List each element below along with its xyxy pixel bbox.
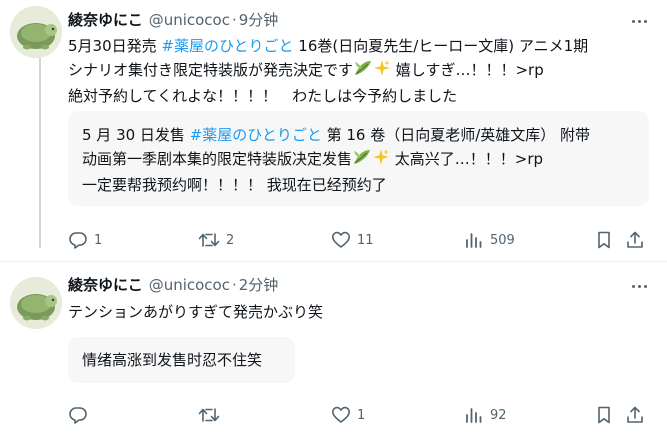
- reply-button[interactable]: 1: [68, 228, 102, 252]
- tweet-text-line: シナリオ集付き限定特装版が発売決定です 嬉しすぎ…！！！>rp: [68, 58, 655, 84]
- more-icon[interactable]: [627, 11, 651, 31]
- views-icon: [466, 408, 482, 423]
- view-count: 509: [490, 232, 515, 248]
- timestamp[interactable]: 2分钟: [239, 274, 279, 295]
- author-name[interactable]: 綾奈ゆにこ: [68, 9, 143, 30]
- tweet-text: テンションあがりすぎて発売かぶり笑: [68, 300, 655, 324]
- tweet-header: 綾奈ゆにこ @unicococ · 9分钟: [68, 9, 278, 30]
- views-button[interactable]: 92: [464, 403, 507, 427]
- sparkles-emoji-icon: [373, 59, 391, 84]
- sparkles-emoji-icon: [372, 148, 390, 173]
- retweet-icon: [198, 408, 220, 422]
- tweet-text-line: テンションあがりすぎて発売かぶり笑: [68, 303, 324, 321]
- avatar[interactable]: [10, 277, 62, 329]
- share-button[interactable]: [625, 228, 645, 252]
- like-button[interactable]: 11: [331, 228, 374, 252]
- timestamp[interactable]: 9分钟: [239, 9, 279, 30]
- tweet-text-line: 5月30日発売 #薬屋のひとりごと 16巻(日向夏先生/ヒーロー文庫) アニメ1…: [68, 37, 589, 55]
- translation-box: 5 月 30 日发售 #薬屋のひとりごと 第 16 卷（日向夏老师/英雄文库） …: [68, 111, 649, 206]
- like-button[interactable]: 1: [331, 403, 365, 427]
- reply-button[interactable]: [68, 403, 94, 427]
- like-count: 1: [357, 407, 366, 423]
- tweet[interactable]: 綾奈ゆにこ @unicococ · 9分钟 5月30日発売 #薬屋のひとりごと …: [0, 0, 667, 262]
- more-icon[interactable]: [627, 276, 651, 296]
- view-count: 92: [490, 407, 507, 423]
- author-handle[interactable]: @unicococ: [149, 276, 230, 294]
- bookmark-icon: [598, 406, 610, 424]
- retweet-count: 2: [226, 232, 235, 248]
- reply-icon: [69, 232, 87, 249]
- share-icon: [627, 231, 643, 248]
- views-button[interactable]: 509: [464, 228, 515, 252]
- translation-line: 一定要帮我预约啊！！！！ 我现在已经预约了: [82, 176, 387, 194]
- share-icon: [627, 406, 643, 423]
- share-button[interactable]: [625, 403, 645, 427]
- reply-count: 1: [94, 232, 103, 248]
- leaf-emoji-icon: [353, 59, 373, 84]
- hashtag-link[interactable]: #薬屋のひとりごと: [190, 126, 322, 144]
- tweet-header: 綾奈ゆにこ @unicococ · 2分钟: [68, 274, 278, 295]
- avatar[interactable]: [10, 6, 62, 58]
- like-count: 11: [357, 232, 374, 248]
- bookmark-icon: [598, 231, 610, 249]
- retweet-button[interactable]: 2: [198, 228, 234, 252]
- hashtag-link[interactable]: #薬屋のひとりごと: [161, 37, 293, 55]
- thread-line: [39, 58, 41, 248]
- author-handle[interactable]: @unicococ: [149, 11, 230, 29]
- reply-icon: [69, 407, 87, 424]
- tweet-text: 5月30日発売 #薬屋のひとりごと 16巻(日向夏先生/ヒーロー文庫) アニメ1…: [68, 34, 655, 108]
- views-icon: [466, 233, 482, 248]
- author-name[interactable]: 綾奈ゆにこ: [68, 274, 143, 295]
- tweet[interactable]: 綾奈ゆにこ @unicococ · 2分钟 テンションあがりすぎて発売かぶり笑 …: [0, 262, 667, 445]
- translation-line: 动画第一季剧本集的限定特装版决定发售 太高兴了…！！！>rp: [82, 147, 635, 173]
- retweet-icon: [198, 233, 220, 247]
- bookmark-button[interactable]: [594, 228, 614, 252]
- retweet-button[interactable]: [198, 403, 226, 427]
- action-bar: 1 2 11 509: [68, 228, 643, 252]
- like-icon: [332, 231, 350, 248]
- separator: ·: [231, 11, 237, 29]
- tweet-text-line: 絶対予約してくれよな！！！！ わたしは今予約しました: [68, 87, 458, 105]
- separator: ·: [231, 276, 237, 294]
- translation-box: 情绪高涨到发售时忍不住笑: [68, 337, 295, 383]
- bookmark-button[interactable]: [594, 403, 614, 427]
- like-icon: [332, 406, 350, 423]
- leaf-emoji-icon: [352, 148, 372, 173]
- translation-line: 5 月 30 日发售 #薬屋のひとりごと 第 16 卷（日向夏老师/英雄文库） …: [82, 126, 591, 144]
- translation-line: 情绪高涨到发售时忍不住笑: [82, 351, 263, 369]
- action-bar: 1 92: [68, 403, 643, 427]
